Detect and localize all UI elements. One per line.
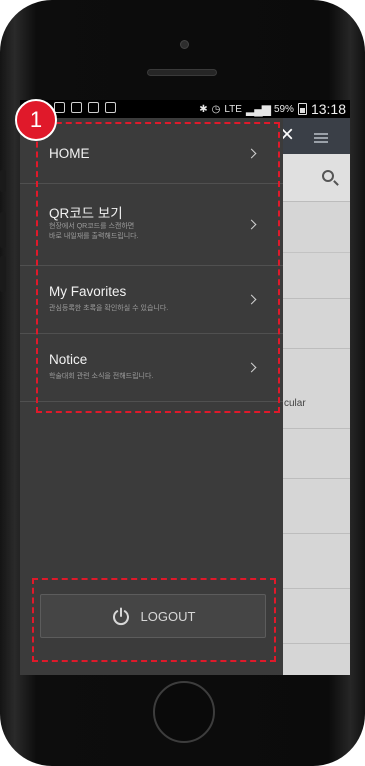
- content-text: cular: [284, 398, 306, 409]
- menu-item-label: QR코드 보기: [49, 206, 123, 221]
- logout-button[interactable]: LOGOUT: [40, 594, 266, 638]
- bluetooth-icon: ✱: [199, 103, 208, 115]
- signal-icon: ▂▄▆: [245, 102, 271, 116]
- menu-item-label: Notice: [49, 352, 88, 367]
- alarm-icon: ◷: [211, 103, 221, 115]
- menu-item-subtitle: 학술대회 관련 소식을 전해드립니다.: [49, 373, 154, 380]
- notification-icon: [105, 102, 116, 113]
- volume-up-button: [0, 212, 6, 248]
- notification-icon: [54, 102, 65, 113]
- hamburger-icon[interactable]: [314, 133, 328, 143]
- screen: ✱ ◷ LTE ▂▄▆ 59% 13:18 × cular HOME QR코드 …: [20, 100, 350, 675]
- search-icon[interactable]: [322, 170, 334, 182]
- menu-item-label: My Favorites: [49, 284, 127, 299]
- chevron-right-icon: [246, 148, 257, 159]
- menu-item-qr-code[interactable]: QR코드 보기 현장에서 QR코드를 스캔하면 바로 내일재를 출력해드립니다.: [20, 184, 283, 266]
- menu-item-subtitle: 현장에서 QR코드를 스캔하면 바로 내일재를 출력해드립니다.: [49, 223, 139, 240]
- menu-item-my-favorites[interactable]: My Favorites 관심등록한 초록을 확인하실 수 있습니다.: [20, 266, 283, 334]
- notification-icon: [71, 102, 82, 113]
- system-status: ✱ ◷ LTE ▂▄▆ 59% 13:18: [199, 101, 346, 117]
- status-bar: ✱ ◷ LTE ▂▄▆ 59% 13:18: [20, 100, 350, 118]
- notification-icons: [54, 102, 116, 113]
- chevron-right-icon: [246, 219, 257, 230]
- home-button[interactable]: [153, 681, 215, 743]
- chevron-right-icon: [246, 294, 257, 305]
- earpiece-speaker: [147, 69, 217, 76]
- mute-switch: [0, 170, 6, 192]
- front-camera: [180, 40, 189, 49]
- network-type: LTE: [224, 103, 242, 115]
- menu-list: HOME QR코드 보기 현장에서 QR코드를 스캔하면 바로 내일재를 출력해…: [20, 122, 283, 402]
- battery-percent: 59%: [273, 103, 294, 115]
- status-time: 13:18: [310, 101, 346, 117]
- volume-down-button: [0, 256, 6, 292]
- chevron-right-icon: [246, 362, 257, 373]
- menu-item-label: HOME: [49, 146, 90, 161]
- menu-item-home[interactable]: HOME: [20, 122, 283, 184]
- battery-icon: [297, 103, 307, 115]
- logout-label: LOGOUT: [140, 608, 196, 624]
- annotation-badge: 1: [15, 99, 57, 141]
- notification-icon: [88, 102, 99, 113]
- menu-item-subtitle: 관심등록한 초록을 확인하실 수 있습니다.: [49, 305, 169, 312]
- side-drawer: HOME QR코드 보기 현장에서 QR코드를 스캔하면 바로 내일재를 출력해…: [20, 118, 283, 675]
- power-icon: [111, 606, 131, 626]
- menu-item-notice[interactable]: Notice 학술대회 관련 소식을 전해드립니다.: [20, 334, 283, 402]
